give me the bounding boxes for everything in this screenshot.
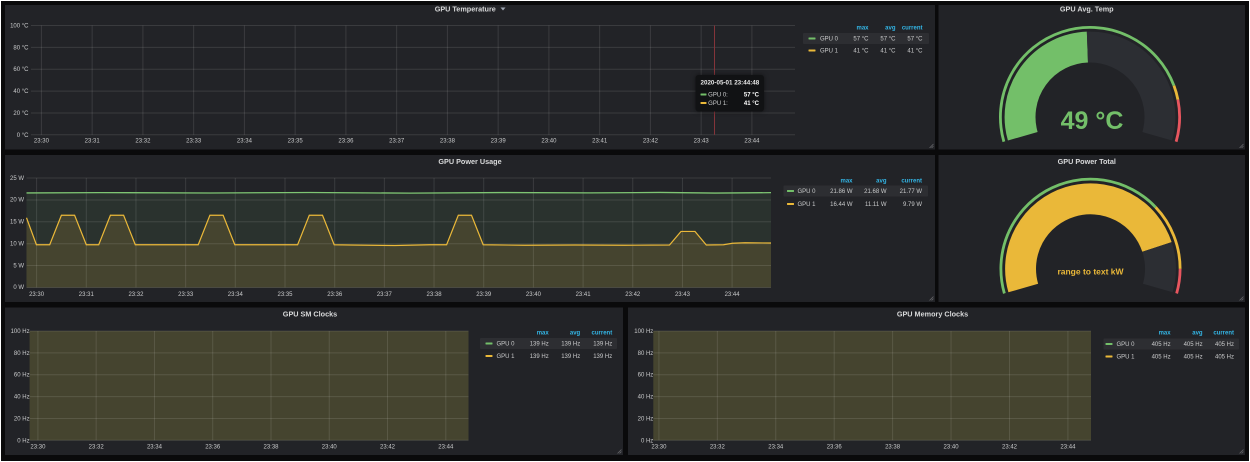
svg-text:range to text kW: range to text kW [1057,266,1124,276]
svg-text:49 °C: 49 °C [1061,107,1124,135]
